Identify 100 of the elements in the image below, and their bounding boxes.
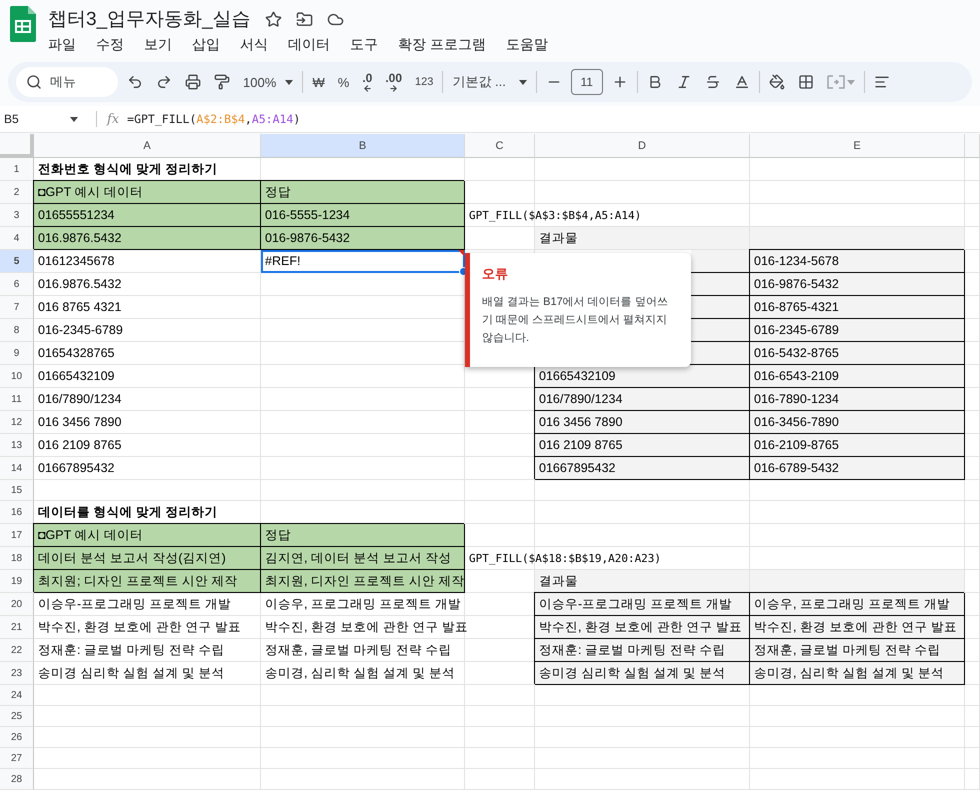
cell-text: 016 2109 8765 (38, 438, 122, 452)
column-header[interactable]: C (465, 134, 535, 158)
cell-text: 송미경, 심리학 실험 설계 및 분석 (265, 664, 455, 682)
cell-text: 데이터를 형식에 맞게 정리하기 (38, 504, 218, 520)
cell-text: 016-5555-1234 (265, 208, 350, 222)
cell-text: 01665432109 (38, 369, 114, 383)
cell-text: 016.9876.5432 (38, 277, 122, 291)
cell-text: 정재훈: 글로벌 마케팅 전략 수립 (539, 642, 726, 658)
row-number[interactable]: 22 (0, 639, 34, 662)
row-number[interactable]: 4 (0, 227, 34, 250)
cell-text: 최지원; 디자인 프로젝트 시안 제작 (38, 572, 238, 590)
row-number[interactable]: 23 (0, 662, 34, 685)
row-number[interactable]: 19 (0, 570, 34, 593)
cell-reference: B5 (4, 112, 19, 126)
column-header[interactable]: D (535, 134, 750, 158)
menu-item[interactable]: 수정 (96, 36, 124, 54)
font-size-field[interactable]: 11 (570, 69, 603, 95)
formula-field[interactable]: =GPT_FILL(A$2:B$4,A5:A14) (127, 112, 300, 126)
name-box[interactable]: B5 (0, 112, 86, 126)
cell-text: 016 2109 8765 (539, 438, 622, 452)
cell-text: 016-9876-5432 (265, 231, 350, 245)
increase-decimal-button[interactable]: .00 (381, 70, 406, 94)
cell-text: #REF! (265, 254, 300, 268)
number-format-button[interactable]: 123 (411, 74, 438, 90)
row-number[interactable]: 10 (0, 365, 34, 388)
cell-text: 정답 (265, 184, 291, 200)
active-cell[interactable]: #REF! (261, 250, 465, 273)
row-number[interactable]: 2 (0, 181, 34, 204)
cell-text: 박수진, 환경 보호에 관한 연구 발표 (38, 618, 241, 636)
column-header[interactable]: B (261, 134, 465, 158)
row-number[interactable]: 5 (0, 250, 34, 273)
menu-item[interactable]: 보기 (144, 36, 172, 54)
row-number[interactable]: 14 (0, 457, 34, 480)
menu-item[interactable]: 삽입 (192, 36, 220, 54)
cell-text: 016-2345-6789 (754, 323, 839, 337)
cell-text: 송미경, 심리학 실험 설계 및 분석 (754, 664, 944, 682)
row-number[interactable]: 13 (0, 434, 34, 457)
row-number[interactable]: 25 (0, 706, 34, 727)
row-number[interactable]: 24 (0, 685, 34, 706)
cell-text: 01655551234 (38, 208, 114, 222)
document-title[interactable]: 챕터3_업무자동화_실습 (48, 6, 251, 32)
cell-text: 016-2345-6789 (38, 323, 123, 337)
row-number[interactable]: 27 (0, 748, 34, 769)
menu-item[interactable]: 서식 (240, 36, 268, 54)
cell-text: 정답 (265, 526, 291, 544)
cell-text: 016-3456-7890 (754, 415, 839, 429)
row-number[interactable]: 28 (0, 769, 34, 790)
row-number[interactable]: 8 (0, 319, 34, 342)
row-number[interactable]: 20 (0, 593, 34, 616)
row-number[interactable]: 15 (0, 480, 34, 501)
menu-item[interactable]: 파일 (48, 36, 76, 54)
cell-text: 016-6543-2109 (754, 369, 839, 383)
row-number[interactable]: 7 (0, 296, 34, 319)
row-number[interactable]: 18 (0, 547, 34, 570)
row-number[interactable]: 9 (0, 342, 34, 365)
row-number[interactable]: 3 (0, 204, 34, 227)
cell-text: 016/7890/1234 (38, 392, 122, 406)
cell-text: 최지원, 디자인 프로젝트 시안 제작 (265, 572, 464, 590)
cell-text: 결과물 (539, 230, 578, 246)
cell-text: 016-1234-5678 (754, 254, 839, 268)
cell-text: 박수진, 환경 보호에 관한 연구 발표 (754, 618, 957, 636)
cell-text: 016-6789-5432 (754, 461, 839, 475)
row-number[interactable]: 1 (0, 158, 34, 181)
cell-text: 전화번호 형식에 맞게 정리하기 (38, 160, 218, 178)
cell-text: 01667895432 (38, 461, 114, 475)
cell-text: 정재훈, 글로벌 마케팅 전략 수립 (265, 642, 452, 658)
row-number[interactable]: 12 (0, 411, 34, 434)
row-number[interactable]: 26 (0, 727, 34, 748)
cell-text: 01654328765 (38, 346, 114, 360)
column-header[interactable]: A (34, 134, 261, 158)
menu-search-field[interactable]: 메뉴 (16, 67, 118, 97)
zoom-dropdown[interactable]: 100% (239, 72, 298, 92)
row-number[interactable]: 17 (0, 524, 34, 547)
row-number[interactable]: 11 (0, 388, 34, 411)
error-message: 배열 결과는 B17에서 데이터를 덮어쓰기 때문에 스프레드시트에서 펼쳐지지 않습니다. (482, 295, 669, 346)
menu-item[interactable]: 도구 (350, 36, 378, 54)
cell-text: 김지연, 데이터 분석 보고서 작성 (265, 550, 452, 566)
menu-item[interactable]: 확장 프로그램 (398, 36, 486, 54)
cell-text: 016-2109-8765 (754, 438, 839, 452)
formula-text: GPT_FILL($A$3:$B$4,A5:A14) (469, 208, 642, 222)
row-number[interactable]: 16 (0, 501, 34, 524)
font-dropdown[interactable]: 기본값 ... (448, 71, 531, 93)
row-number[interactable]: 6 (0, 273, 34, 296)
cell-text: 이승우-프로그래밍 프로젝트 개발 (539, 596, 732, 612)
cell-text: 016/7890/1234 (539, 392, 622, 406)
decrease-decimal-button[interactable]: .0 (358, 70, 376, 94)
menu-item[interactable]: 데이터 (288, 36, 330, 54)
cell-text: 016-8765-4321 (754, 300, 839, 314)
error-title: 오류 (482, 265, 509, 283)
currency-format-button[interactable]: ₩ (308, 72, 329, 92)
percent-format-button[interactable]: % (334, 72, 354, 92)
row-number[interactable]: 21 (0, 616, 34, 639)
cell-text: 정재훈: 글로벌 마케팅 전략 수립 (38, 642, 224, 658)
cell-text: 016 3456 7890 (539, 415, 622, 429)
cell-text: 01665432109 (539, 369, 616, 383)
column-header[interactable]: E (750, 134, 965, 158)
cell-text: 016 3456 7890 (38, 415, 122, 429)
cell-text: 박수진, 환경 보호에 관한 연구 발표 (265, 618, 468, 636)
cell-text: 이승우-프로그래밍 프로젝트 개발 (38, 596, 232, 612)
menu-item[interactable]: 도움말 (506, 36, 548, 54)
